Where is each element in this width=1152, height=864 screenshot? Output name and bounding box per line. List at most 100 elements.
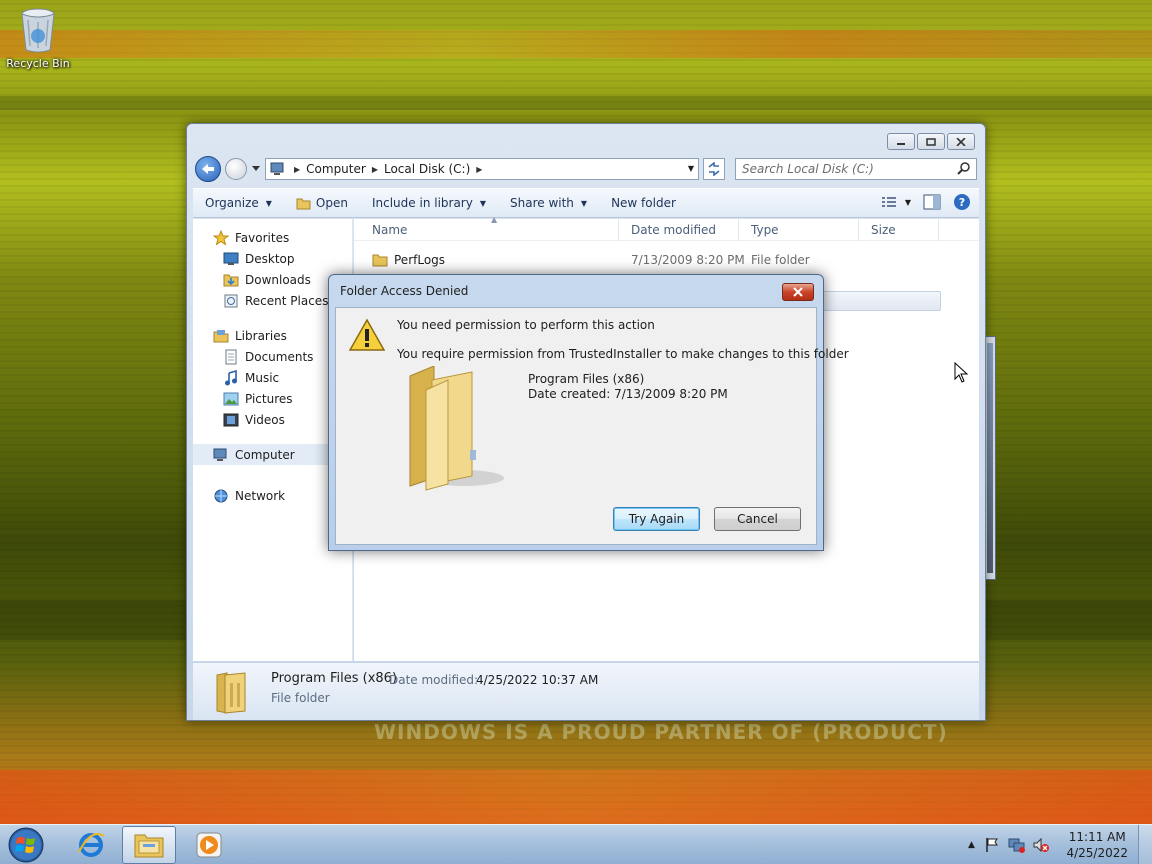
breadcrumb-local-disk[interactable]: Local Disk (C:) xyxy=(384,162,470,176)
mouse-cursor-icon xyxy=(954,362,969,383)
refresh-icon xyxy=(708,162,720,176)
try-again-button[interactable]: Try Again xyxy=(613,507,700,531)
folder-access-denied-dialog[interactable]: Folder Access Denied You need permission… xyxy=(328,274,849,551)
wallpaper-text: WINDOWS IS A PROUD PARTNER OF (PRODUCT) xyxy=(374,720,948,744)
clock-date: 4/25/2022 xyxy=(1066,846,1128,860)
search-box[interactable] xyxy=(735,158,977,180)
dialog-folder-created: Date created: 7/13/2009 8:20 PM xyxy=(528,387,728,401)
nav-desktop[interactable]: Desktop xyxy=(193,248,352,269)
maximize-button[interactable] xyxy=(917,133,945,150)
computer-icon xyxy=(213,448,227,461)
share-with-button[interactable]: Share with ▼ xyxy=(498,196,599,210)
taskbar: ▲ 11:11 AM 4/25/2022 xyxy=(0,824,1152,864)
column-size[interactable]: Size xyxy=(859,219,939,241)
system-tray: ▲ 11:11 AM 4/25/2022 xyxy=(962,825,1152,864)
folder-open-icon xyxy=(296,198,311,210)
nav-recent-places-label: Recent Places xyxy=(245,293,329,308)
view-controls: ▼ ? xyxy=(881,193,971,211)
breadcrumb-separator-icon: ▶ xyxy=(294,164,301,174)
search-icon[interactable] xyxy=(957,162,971,176)
nav-downloads-label: Downloads xyxy=(245,272,311,287)
wallpaper-streak xyxy=(0,96,1152,110)
back-button[interactable] xyxy=(195,156,221,182)
internet-explorer-icon xyxy=(78,833,105,857)
taskbar-windows-explorer[interactable] xyxy=(122,826,176,864)
column-name[interactable]: Name xyxy=(354,219,619,241)
action-center-flag-icon[interactable] xyxy=(984,837,1000,853)
maximize-icon xyxy=(926,137,936,146)
history-dropdown-icon[interactable] xyxy=(251,163,261,173)
folder-icon xyxy=(409,366,504,491)
wallpaper-streak xyxy=(0,30,1152,58)
details-date-value: 4/25/2022 10:37 AM xyxy=(476,673,599,687)
start-button[interactable] xyxy=(4,825,48,864)
organize-button[interactable]: Organize ▼ xyxy=(193,196,284,210)
folder-icon xyxy=(372,254,388,267)
clock[interactable]: 11:11 AM 4/25/2022 xyxy=(1066,829,1128,861)
nav-desktop-label: Desktop xyxy=(245,251,295,266)
column-type[interactable]: Type xyxy=(739,219,859,241)
videos-icon xyxy=(223,413,239,426)
close-button[interactable] xyxy=(947,133,975,150)
details-view-icon xyxy=(881,197,896,207)
network-status-icon[interactable] xyxy=(1008,837,1026,853)
computer-small-icon xyxy=(270,162,284,175)
media-player-icon xyxy=(196,832,222,858)
search-input[interactable] xyxy=(736,159,946,179)
taskbar-media-player[interactable] xyxy=(182,826,236,864)
recycle-bin-icon xyxy=(21,8,55,53)
close-icon xyxy=(793,287,803,297)
refresh-button[interactable] xyxy=(703,158,725,180)
show-desktop-button[interactable] xyxy=(1138,825,1152,864)
details-item-name: Program Files (x86) xyxy=(271,671,398,686)
downloads-icon xyxy=(223,274,239,286)
address-bar[interactable]: ▶ Computer ▶ Local Disk (C:) ▶ ▼ xyxy=(265,158,699,180)
nav-videos-label: Videos xyxy=(245,412,285,427)
star-icon xyxy=(213,229,229,246)
clock-time: 11:11 AM xyxy=(1068,830,1126,844)
new-folder-label: New folder xyxy=(611,196,676,210)
recent-places-icon xyxy=(224,294,238,307)
nav-favorites[interactable]: Favorites xyxy=(193,227,352,248)
nav-libraries-label: Libraries xyxy=(235,328,287,343)
recycle-bin-label: Recycle Bin xyxy=(6,57,70,70)
cancel-button[interactable]: Cancel xyxy=(714,507,801,531)
warning-icon xyxy=(348,318,386,351)
breadcrumb-separator-icon[interactable]: ▶ xyxy=(476,165,482,174)
minimize-icon xyxy=(897,142,905,145)
details-item-type: File folder xyxy=(271,691,330,705)
documents-icon xyxy=(225,349,237,364)
pictures-icon xyxy=(223,392,239,405)
help-icon[interactable]: ? xyxy=(953,193,971,211)
breadcrumb-computer[interactable]: Computer xyxy=(306,162,366,176)
windows-logo-icon xyxy=(8,827,44,863)
preview-pane-icon[interactable] xyxy=(923,194,941,210)
new-folder-button[interactable]: New folder xyxy=(599,196,688,210)
volume-muted-icon[interactable] xyxy=(1032,837,1050,853)
change-view-button[interactable]: ▼ xyxy=(881,196,911,208)
close-icon xyxy=(956,137,966,146)
file-row-perflogs[interactable]: PerfLogs 7/13/2009 8:20 PM File folder xyxy=(354,249,979,271)
minimize-button[interactable] xyxy=(887,133,915,150)
chevron-down-icon[interactable]: ▼ xyxy=(905,198,911,207)
nav-computer-label: Computer xyxy=(235,447,295,462)
music-icon xyxy=(225,369,237,385)
breadcrumb-separator-icon: ▶ xyxy=(371,164,378,174)
include-in-library-button[interactable]: Include in library ▼ xyxy=(360,196,498,210)
open-label: Open xyxy=(315,196,348,210)
network-icon xyxy=(214,489,228,502)
forward-button[interactable] xyxy=(225,158,247,180)
show-hidden-icons-button[interactable]: ▲ xyxy=(968,840,975,850)
dialog-body: You need permission to perform this acti… xyxy=(335,307,849,545)
include-in-library-label: Include in library xyxy=(371,196,473,210)
dialog-close-button[interactable] xyxy=(782,283,814,301)
address-dropdown-icon[interactable]: ▼ xyxy=(688,164,694,173)
recycle-bin-desktop-icon[interactable]: Recycle Bin xyxy=(4,6,72,76)
chevron-down-icon: ▼ xyxy=(265,198,272,208)
taskbar-internet-explorer[interactable] xyxy=(64,826,118,864)
share-with-label: Share with xyxy=(510,196,574,210)
details-date-label: Date modified: xyxy=(389,673,479,687)
column-date-modified[interactable]: Date modified xyxy=(619,219,739,241)
open-button[interactable]: Open xyxy=(284,196,360,210)
file-type: File folder xyxy=(751,253,810,267)
